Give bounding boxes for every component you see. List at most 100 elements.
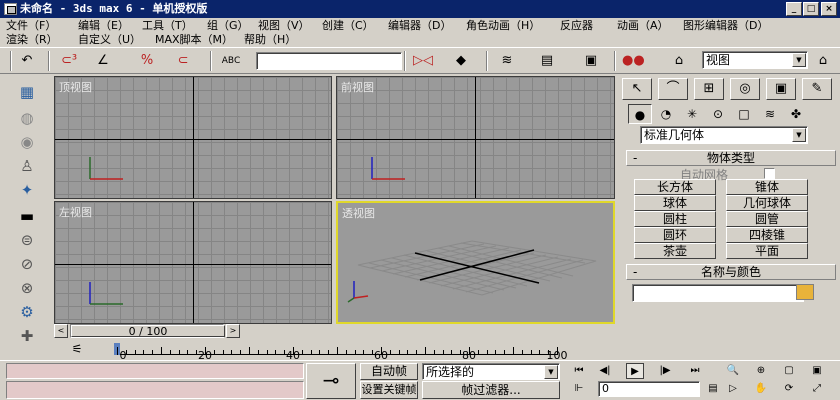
viewport-front[interactable]: 前视图 [336,76,615,199]
go-to-start-icon[interactable]: ⏮ [570,363,588,379]
track-bar[interactable]: ⚟ 0 20 40 60 80 100 [0,339,614,362]
quick-render-icon[interactable]: ⌂ [812,51,834,71]
menu-views[interactable]: 视图（V） [258,19,310,33]
zoom-icon[interactable]: 🔍 [724,363,742,379]
geometry-category-icon[interactable]: ● [628,104,652,124]
object-name-input[interactable] [632,284,804,302]
named-selection-combo[interactable] [256,52,402,70]
chevron-down-icon[interactable]: ▼ [544,365,558,379]
named-selection-icon[interactable]: ABC [220,51,242,71]
viewport-label-top[interactable]: 顶视图 [59,79,92,95]
render-type-combo[interactable]: 视图 ▼ [702,51,808,69]
geosphere-button[interactable]: 几何球体 [726,195,808,211]
menu-animation[interactable]: 动画（A） [617,19,669,33]
render-scene-icon[interactable]: ⌂ [668,51,690,71]
tab-hierarchy-icon[interactable]: ⊞ [694,78,724,100]
mini-curve-editor-icon[interactable]: ⚟ [66,339,88,359]
angle-snap-icon[interactable]: ∠ [92,51,114,71]
menu-help[interactable]: 帮助（H） [244,33,296,47]
menu-create[interactable]: 创建（C） [322,19,374,33]
maximize-button[interactable]: □ [803,2,819,16]
cylinder-button[interactable]: 圆柱 [634,211,716,227]
key-filters-button[interactable]: 帧过滤器... [422,381,560,399]
object-type-rollout-header[interactable]: - 物体类型 [626,150,836,166]
plane-icon[interactable]: ▬ [14,206,40,226]
zoom-extents-all-icon[interactable]: ▣ [808,363,826,379]
menu-group[interactable]: 组（G） [207,19,249,33]
align-icon[interactable]: ◆ [450,51,472,71]
chevron-down-icon[interactable]: ▼ [792,128,806,142]
time-slider-thumb[interactable]: 0 / 100 [71,325,225,337]
menu-rendering[interactable]: 渲染（R） [6,33,58,47]
autogrid-checkbox[interactable] [764,168,775,179]
plane-button[interactable]: 平面 [726,243,808,259]
shapes-category-icon[interactable]: ◔ [654,104,678,124]
curve-editor-icon[interactable]: ▤ [536,51,558,71]
menu-customize[interactable]: 自定义（U） [78,33,141,47]
maximize-viewport-icon[interactable]: ⤢ [808,381,826,397]
menu-modifiers[interactable]: 编辑器（D） [388,19,451,33]
tab-display-icon[interactable]: ▣ [766,78,796,100]
time-slider-prev-button[interactable]: < [54,324,68,338]
viewport-perspective[interactable]: 透视图 [336,201,615,324]
go-to-end-icon[interactable]: ⏭ [686,363,704,379]
time-slider-track[interactable]: 0 / 100 [70,324,225,338]
menu-reactor[interactable]: 反应器 [560,19,593,33]
minimize-button[interactable]: _ [786,2,802,16]
helpers-category-icon[interactable]: □ [732,104,756,124]
tab-create-icon[interactable]: ↖ [622,78,652,100]
geosphere-icon[interactable]: ◉ [14,132,40,152]
layer-manager-icon[interactable]: ≋ [496,51,518,71]
selection-filter-combo[interactable]: 所选择的 ▼ [422,363,560,380]
pan-icon[interactable]: ✋ [752,381,770,397]
systems-category-icon[interactable]: ✤ [784,104,808,124]
sphere-icon[interactable]: ◍ [14,108,40,128]
previous-frame-icon[interactable]: ◀| [596,363,614,379]
cameras-category-icon[interactable]: ⊙ [706,104,730,124]
spinner-snap-icon[interactable]: ⊂ [172,51,194,71]
tab-utilities-icon[interactable]: ✎ [802,78,832,100]
tab-motion-icon[interactable]: ◎ [730,78,760,100]
time-slider-next-button[interactable]: > [226,324,240,338]
undo-icon[interactable]: ↶ [16,51,38,71]
menu-maxscript[interactable]: MAX脚本（M） [155,33,233,47]
play-icon[interactable]: ▶ [626,363,644,379]
material-editor-icon[interactable]: ●● [622,51,645,71]
torus-icon[interactable]: ⊜ [14,230,40,250]
schematic-view-icon[interactable]: ▣ [580,51,602,71]
gear-icon[interactable]: ⚙ [14,302,40,322]
teapot-button[interactable]: 茶壶 [634,243,716,259]
snap-3d-icon[interactable]: ⊂³ [58,51,80,71]
menu-file[interactable]: 文件（F） [6,19,56,33]
time-config-icon[interactable]: ▤ [704,381,722,397]
box-button[interactable]: 长方体 [634,179,716,195]
viewport-label-left[interactable]: 左视图 [59,204,92,220]
current-frame-field[interactable]: 0 [598,381,700,397]
maxscript-listener-field[interactable] [6,363,304,379]
next-frame-icon[interactable]: |▶ [656,363,674,379]
set-key-button[interactable]: 设置关键帧 [360,381,418,399]
viewport-top[interactable]: 顶视图 [54,76,332,199]
cone-icon[interactable]: ♙ [14,156,40,176]
tube-button[interactable]: 圆管 [726,211,808,227]
zoom-extents-icon[interactable]: ▢ [780,363,798,379]
create-box-icon[interactable]: ▦ [14,82,40,102]
cone-button[interactable]: 锥体 [726,179,808,195]
menu-edit[interactable]: 编辑（E） [78,19,129,33]
key-icon[interactable]: ⊸ [306,363,356,399]
object-color-swatch[interactable] [796,284,814,300]
tube-icon[interactable]: ⊗ [14,278,40,298]
mirror-icon[interactable]: ▷◁ [412,51,434,71]
torus-button[interactable]: 圆环 [634,227,716,243]
zoom-all-icon[interactable]: ⊕ [752,363,770,379]
lights-category-icon[interactable]: ✳ [680,104,704,124]
geometry-type-dropdown[interactable]: 标准几何体 ▼ [640,126,808,144]
cylinder-icon[interactable]: ⊘ [14,254,40,274]
field-of-view-icon[interactable]: ▷ [724,381,742,397]
menu-character[interactable]: 角色动画（H） [466,19,540,33]
app-icon[interactable] [4,3,17,15]
close-button[interactable]: × [821,2,837,16]
viewport-label-front[interactable]: 前视图 [341,79,374,95]
menu-graph-editors[interactable]: 图形编辑器（D） [683,19,768,33]
arc-rotate-icon[interactable]: ⟳ [780,381,798,397]
